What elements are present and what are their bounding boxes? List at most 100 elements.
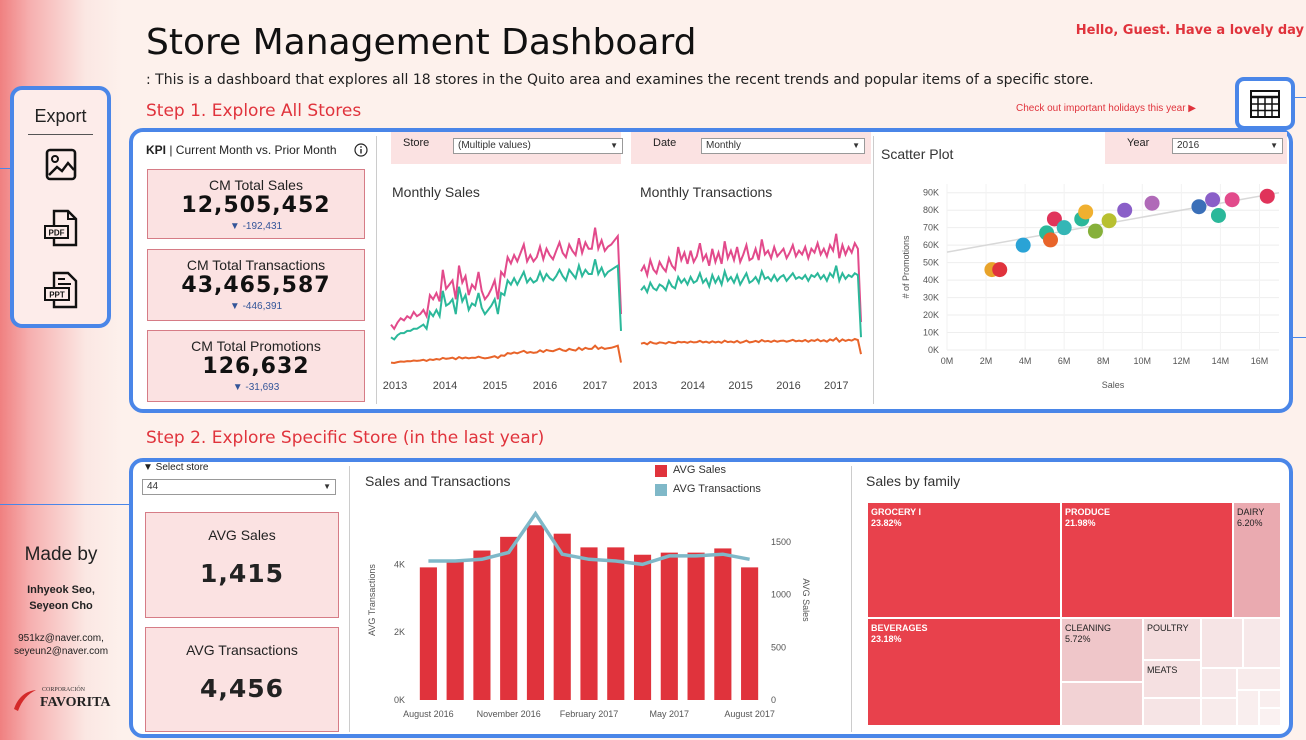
treemap-cell-other[interactable] <box>1201 698 1237 726</box>
y-right-tick-label: 1000 <box>771 590 791 600</box>
y-axis-label: # of Promotions <box>901 235 911 299</box>
chevron-down-icon: ▼ <box>610 141 618 150</box>
date-select[interactable]: Monthly ▼ <box>701 138 865 154</box>
monthly-sales-chart: 2013 2014 2015 2016 2017 <box>383 227 622 392</box>
calendar-button[interactable] <box>1235 77 1295 130</box>
made-by-title: Made by <box>24 544 98 565</box>
store-number-select[interactable]: 44 ▼ <box>142 479 336 495</box>
treemap-cell-other[interactable] <box>1259 708 1281 726</box>
kpi-label: CM Total Sales <box>209 177 303 193</box>
connector-line <box>1293 337 1306 338</box>
chevron-down-icon: ▼ <box>1270 141 1278 150</box>
avg-sales-label: AVG Sales <box>208 527 276 543</box>
treemap-cell-other[interactable] <box>1259 690 1281 708</box>
store-select[interactable]: (Multiple values) ▼ <box>453 138 623 154</box>
kpi-header-text: | Current Month vs. Prior Month <box>169 143 337 157</box>
bar <box>553 533 571 700</box>
treemap-pct: 6.20% <box>1237 518 1263 528</box>
x-tick-label: August 2016 <box>403 709 454 719</box>
legend-label-sales: AVG Sales <box>673 464 726 476</box>
kpi-delta: ▼ -31,693 <box>232 382 280 393</box>
monthly-transactions-title: Monthly Transactions <box>640 184 773 200</box>
kpi-value: 12,505,452 <box>181 193 331 218</box>
company-logo: CORPORACIÓN FAVORITA <box>12 683 112 717</box>
treemap-cell-cleaning[interactable]: CLEANING 5.72% <box>1061 618 1143 682</box>
scatter-plot-chart: 0K 10K 20K 30K 40K 50K 60K 70K 80K 90K 0M 2M 4M 6M 8M 1… <box>901 184 1280 390</box>
treemap-cell-other[interactable] <box>1143 698 1201 726</box>
treemap-cell-poultry[interactable]: POULTRY <box>1143 618 1201 660</box>
image-export-icon[interactable] <box>43 145 79 185</box>
treemap-cell-other[interactable] <box>1201 668 1237 698</box>
year-select-value: 2016 <box>1177 140 1200 151</box>
holiday-link[interactable]: Check out important holidays this year ▶ <box>1016 103 1196 114</box>
y-right-tick-label: 0 <box>771 695 776 705</box>
logo-top-text: CORPORACIÓN <box>42 687 86 693</box>
treemap-cell-other[interactable] <box>1201 618 1243 668</box>
authors-line2: Seyeon Cho <box>29 600 93 612</box>
treemap-cell-dairy[interactable]: DAIRY 6.20% <box>1233 502 1281 618</box>
ppt-export-icon[interactable]: PPT <box>43 270 79 310</box>
scatter-point <box>1043 232 1059 248</box>
kpi-delta: ▼ -446,391 <box>229 301 283 312</box>
pdf-export-icon[interactable]: PDF <box>43 208 79 248</box>
scatter-point <box>1056 220 1072 236</box>
x-tick-label: 8M <box>1097 356 1110 366</box>
scatter-point <box>1015 237 1031 253</box>
divider <box>349 466 350 732</box>
treemap-cell-other[interactable] <box>1243 618 1281 668</box>
page-title: Store Management Dashboard <box>146 22 697 63</box>
kpi-value: 126,632 <box>202 354 310 379</box>
y-left-tick-label: 0K <box>394 695 405 705</box>
x-tick-label: February 2017 <box>560 709 619 719</box>
line-series-2 <box>640 336 862 355</box>
connector-line <box>0 504 129 505</box>
treemap-cell-other[interactable] <box>1237 690 1259 726</box>
y-tick-label: 40K <box>923 275 939 285</box>
divider <box>851 466 852 732</box>
line-series-2 <box>390 344 622 365</box>
x-tick-label: 2013 <box>633 380 657 392</box>
treemap-pct: 23.82% <box>871 518 902 528</box>
kpi-card-promotions: CM Total Promotions 126,632 ▼ -31,693 <box>147 330 365 402</box>
x-tick-label: November 2016 <box>477 709 541 719</box>
treemap-label: GROCERY I <box>871 507 922 517</box>
year-select[interactable]: 2016 ▼ <box>1172 138 1283 154</box>
x-tick-label: 12M <box>1173 356 1191 366</box>
kpi-card-transactions: CM Total Transactions 43,465,587 ▼ -446,… <box>147 249 365 321</box>
x-tick-label: 0M <box>941 356 954 366</box>
treemap-cell-meats[interactable]: MEATS <box>1143 660 1201 698</box>
divider <box>376 136 377 404</box>
scatter-point <box>992 262 1008 278</box>
y-right-tick-label: 1500 <box>771 537 791 547</box>
treemap-label: POULTRY <box>1147 623 1189 633</box>
treemap-pct: 5.72% <box>1065 634 1091 644</box>
treemap-cell-other[interactable] <box>1237 668 1281 690</box>
y-tick-label: 80K <box>923 205 939 215</box>
treemap-label: DAIRY <box>1237 507 1265 517</box>
treemap-cell-other[interactable] <box>1061 682 1143 726</box>
treemap-cell-beverages[interactable]: BEVERAGES 23.18% <box>867 618 1061 726</box>
divider <box>873 136 874 404</box>
scatter-point <box>1205 192 1221 208</box>
treemap-pct: 23.18% <box>871 634 902 644</box>
y-tick-label: 70K <box>923 223 939 233</box>
bar <box>660 552 678 700</box>
y-tick-label: 20K <box>923 310 939 320</box>
year-filter-label: Year <box>1127 137 1150 149</box>
x-tick-label: 6M <box>1058 356 1071 366</box>
monthly-sales-title: Monthly Sales <box>392 184 480 200</box>
scatter-title: Scatter Plot <box>881 146 954 162</box>
select-store-label: ▼ Select store <box>143 462 209 473</box>
svg-text:PPT: PPT <box>49 291 65 300</box>
y-tick-label: 90K <box>923 188 939 198</box>
export-panel: Export PDF PPT <box>10 86 111 328</box>
y-left-tick-label: 4K <box>394 559 405 569</box>
info-icon[interactable] <box>354 143 368 157</box>
treemap-cell-produce[interactable]: PRODUCE 21.98% <box>1061 502 1233 618</box>
date-select-value: Monthly <box>706 140 742 151</box>
line-series-0 <box>390 227 622 331</box>
bar <box>633 554 652 700</box>
treemap-cell-grocery[interactable]: GROCERY I 23.82% <box>867 502 1061 618</box>
kpi-value: 43,465,587 <box>181 273 331 298</box>
y-right-axis-label: AVG Sales <box>801 578 811 622</box>
